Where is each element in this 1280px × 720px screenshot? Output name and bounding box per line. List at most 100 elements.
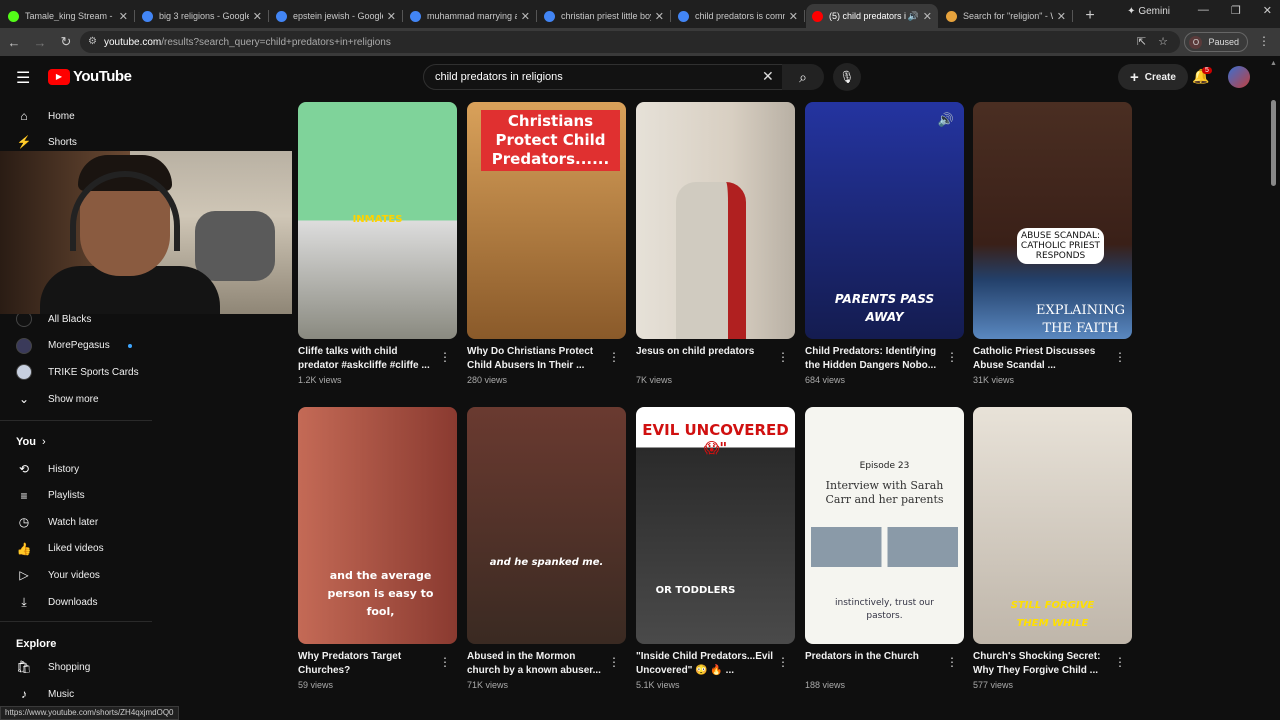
more-actions-icon[interactable]: ⋮ [1114, 350, 1126, 364]
video-title[interactable]: Predators in the Church [805, 650, 943, 678]
more-actions-icon[interactable]: ⋮ [946, 350, 958, 364]
video-card[interactable]: 🔊 PARENTS PASS AWAY Child Predators: Ident… [805, 102, 964, 385]
site-info-icon[interactable]: ⚙ [88, 36, 97, 47]
video-thumbnail[interactable]: EVIL UNCOVERED😱" OR TODDLERS [636, 407, 795, 644]
browser-tab[interactable]: epstein jewish - Google ✕ [270, 4, 403, 28]
browser-tab[interactable]: child predators is comm ✕ [672, 4, 805, 28]
hamburger-menu-icon[interactable]: ☰ [16, 68, 30, 88]
sidebar-item[interactable]: 👍 Liked videos [0, 536, 150, 562]
video-title[interactable]: Child Predators: Identifying the Hidden … [805, 345, 943, 373]
video-card[interactable]: ABUSE SCANDAL: CATHOLIC PRIEST RESPONDS E… [973, 102, 1132, 385]
video-thumbnail[interactable]: INMATES [298, 102, 457, 339]
reload-icon[interactable]: ↻ [54, 34, 78, 50]
more-actions-icon[interactable]: ⋮ [777, 350, 789, 364]
sidebar-item[interactable]: ⟲ History [0, 456, 150, 482]
video-thumbnail[interactable]: 🔊 PARENTS PASS AWAY [805, 102, 964, 339]
more-actions-icon[interactable]: ⋮ [608, 350, 620, 364]
video-card[interactable]: STILL FORGIVE THEM WHILE Church's Shockin… [973, 407, 1132, 690]
restore-icon[interactable]: ❐ [1231, 4, 1241, 17]
url-field[interactable]: ⚙ youtube.com/results?search_query=child… [80, 31, 1180, 53]
video-card[interactable]: Christians Protect Child Predators......… [467, 102, 626, 385]
sidebar-item[interactable]: ▷ Your videos [0, 562, 150, 588]
sidebar-divider [0, 420, 152, 421]
browser-tab[interactable]: muhammad marrying a ✕ [404, 4, 537, 28]
profile-button[interactable]: O Paused [1184, 32, 1248, 52]
volume-icon[interactable]: 🔊 [938, 112, 954, 128]
video-thumbnail[interactable]: Christians Protect Child Predators...... [467, 102, 626, 339]
tab-close-icon[interactable]: ✕ [923, 10, 932, 23]
gemini-label: Gemini [1138, 6, 1170, 17]
video-thumbnail[interactable]: and he spanked me. [467, 407, 626, 644]
video-card[interactable]: INMATES Cliffe talks with child predator … [298, 102, 457, 385]
tab-audio-icon[interactable]: 🔊 [908, 11, 919, 22]
tab-close-icon[interactable]: ✕ [253, 10, 262, 23]
sidebar-item-label: Music [48, 688, 75, 700]
gemini-button[interactable]: ✦ Gemini [1127, 6, 1170, 17]
account-avatar[interactable] [1228, 66, 1250, 88]
more-actions-icon[interactable]: ⋮ [946, 655, 958, 669]
video-thumbnail[interactable]: STILL FORGIVE THEM WHILE [973, 407, 1132, 644]
install-icon[interactable]: ⇱ [1137, 35, 1146, 48]
sidebar-item[interactable]: ⤓ Downloads [0, 589, 150, 615]
sidebar-item-label: Playlists [48, 490, 85, 502]
video-card[interactable]: Episode 23 Interview with Sarah Carr and … [805, 407, 964, 690]
video-title[interactable]: Catholic Priest Discusses Abuse Scandal … [973, 345, 1111, 373]
tab-close-icon[interactable]: ✕ [387, 10, 396, 23]
video-title[interactable]: Cliffe talks with child predator #askcli… [298, 345, 436, 373]
more-actions-icon[interactable]: ⋮ [439, 350, 451, 364]
back-icon[interactable]: ← [2, 35, 26, 50]
more-actions-icon[interactable]: ⋮ [1114, 655, 1126, 669]
video-card[interactable]: and he spanked me. Abused in the Mormon c… [467, 407, 626, 690]
search-button[interactable]: ⌕ [782, 64, 824, 90]
bookmark-star-icon[interactable]: ☆ [1158, 35, 1168, 48]
video-thumbnail[interactable]: and the average person is easy to fool, [298, 407, 457, 644]
tab-close-icon[interactable]: ✕ [119, 10, 128, 23]
more-actions-icon[interactable]: ⋮ [608, 655, 620, 669]
minimize-icon[interactable]: — [1198, 4, 1209, 17]
sidebar-item[interactable]: ≡ Playlists [0, 483, 150, 509]
browser-tab[interactable]: (5) child predators i 🔊 ✕ [806, 4, 938, 28]
video-thumbnail[interactable] [636, 102, 795, 339]
video-title[interactable]: "Inside Child Predators...Evil Uncovered… [636, 650, 774, 678]
voice-search-button[interactable]: 🎙 [833, 63, 861, 91]
page-scrollbar[interactable] [1271, 100, 1276, 186]
close-window-icon[interactable]: ✕ [1263, 4, 1272, 17]
more-actions-icon[interactable]: ⋮ [777, 655, 789, 669]
browser-tab[interactable]: Tamale_king Stream - W ✕ [2, 4, 135, 28]
browser-tab[interactable]: big 3 religions - Google ✕ [136, 4, 269, 28]
tab-close-icon[interactable]: ✕ [655, 10, 664, 23]
video-thumbnail[interactable]: ABUSE SCANDAL: CATHOLIC PRIEST RESPONDS E… [973, 102, 1132, 339]
you-section-heading[interactable]: You › [16, 436, 46, 448]
channel-name: All Blacks [48, 313, 92, 325]
browser-tab[interactable]: Search for "religion" - W ✕ [940, 4, 1073, 28]
sidebar-item[interactable]: ♪ Music [0, 681, 150, 707]
video-card[interactable]: and the average person is easy to fool, W… [298, 407, 457, 690]
video-title[interactable]: Why Predators Target Churches? [298, 650, 436, 678]
more-actions-icon[interactable]: ⋮ [439, 655, 451, 669]
create-button[interactable]: + Create [1118, 64, 1188, 90]
sidebar-item[interactable]: ◷ Watch later [0, 509, 150, 535]
forward-icon[interactable]: → [28, 35, 52, 50]
youtube-logo[interactable]: ▶ YouTube [48, 68, 132, 85]
tab-close-icon[interactable]: ✕ [1057, 10, 1066, 23]
video-thumbnail[interactable]: Episode 23 Interview with Sarah Carr and … [805, 407, 964, 644]
video-card[interactable]: EVIL UNCOVERED😱" OR TODDLERS "Inside Child… [636, 407, 795, 690]
video-title[interactable]: Abused in the Mormon church by a known a… [467, 650, 605, 678]
subscription-channel[interactable]: TRIKE Sports Cards [0, 359, 150, 385]
clear-search-icon[interactable]: ✕ [762, 68, 774, 85]
video-card[interactable]: Jesus on child predators 7K views ⋮ [636, 102, 795, 385]
scroll-up-arrow-icon[interactable]: ▲ [1270, 60, 1277, 67]
tab-close-icon[interactable]: ✕ [521, 10, 530, 23]
video-title[interactable]: Why Do Christians Protect Child Abusers … [467, 345, 605, 373]
sidebar-item[interactable]: ⌂ Home [0, 103, 150, 129]
show-more-button[interactable]: ⌄ Show more [0, 386, 150, 412]
video-title[interactable]: Church's Shocking Secret: Why They Forgi… [973, 650, 1111, 678]
subscription-channel[interactable]: MorePegasus [0, 333, 150, 359]
sidebar-item[interactable]: 🛍 Shopping [0, 654, 150, 680]
tab-close-icon[interactable]: ✕ [789, 10, 798, 23]
search-input[interactable]: child predators in religions [423, 64, 790, 90]
browser-tab[interactable]: christian priest little boy ✕ [538, 4, 671, 28]
new-tab-button[interactable]: + [1078, 4, 1102, 28]
browser-menu-icon[interactable]: ⋮ [1258, 34, 1270, 48]
video-title[interactable]: Jesus on child predators [636, 345, 774, 373]
